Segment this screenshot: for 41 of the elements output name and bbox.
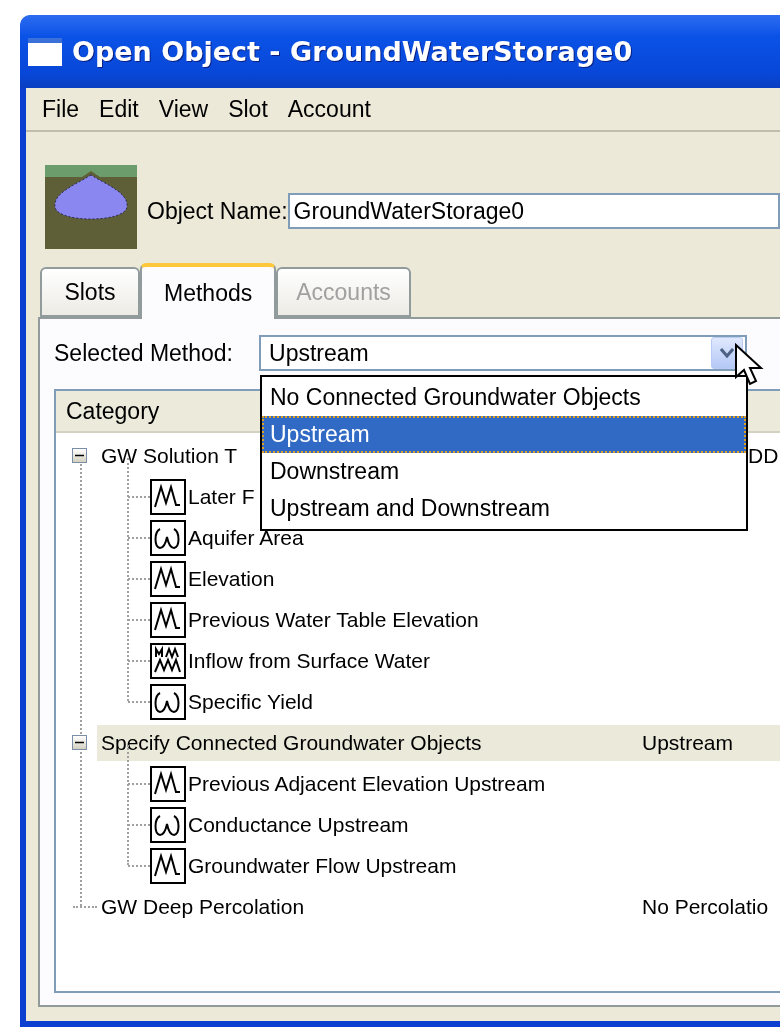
collapse-toggle[interactable] bbox=[72, 735, 87, 750]
tree-item[interactable]: Previous Water Table Elevation bbox=[186, 605, 483, 634]
menu-item[interactable]: Account bbox=[277, 95, 381, 123]
tree-item[interactable]: Specify Connected Groundwater Objects bbox=[97, 728, 486, 757]
slot-icon bbox=[150, 847, 186, 884]
method-dropdown[interactable]: Upstream bbox=[259, 335, 747, 371]
tree-item[interactable]: Later F bbox=[186, 482, 259, 511]
window-icon bbox=[28, 37, 62, 66]
menu-item[interactable]: Edit bbox=[89, 95, 149, 123]
tree-item[interactable]: GW Solution T bbox=[97, 441, 242, 470]
object-name-label: Object Name: bbox=[147, 197, 288, 225]
tree-item[interactable]: Specific Yield bbox=[186, 687, 317, 716]
slot-icon bbox=[150, 560, 186, 597]
slot-icon bbox=[150, 478, 186, 515]
column-header-label: Category bbox=[65, 397, 160, 425]
object-name-field[interactable]: GroundWaterStorage0 bbox=[287, 193, 780, 229]
slot-icon bbox=[150, 519, 186, 556]
tab[interactable]: Slots bbox=[40, 267, 140, 317]
tree-item[interactable]: Inflow from Surface Water bbox=[186, 646, 434, 675]
slot-icon bbox=[150, 642, 186, 679]
slot-icon bbox=[150, 765, 186, 802]
tab[interactable]: Methods bbox=[140, 263, 277, 319]
tree-item[interactable]: Conductance Upstream bbox=[186, 810, 413, 839]
method-value: Upstream bbox=[642, 730, 734, 755]
method-value: DD bbox=[748, 443, 779, 468]
tree-item[interactable]: Previous Adjacent Elevation Upstream bbox=[186, 769, 550, 798]
tree-item[interactable]: Groundwater Flow Upstream bbox=[186, 851, 461, 880]
window-title: Open Object - GroundWaterStorage0 bbox=[72, 36, 633, 67]
selected-method-label: Selected Method: bbox=[54, 339, 233, 367]
dropdown-option[interactable]: Upstream bbox=[262, 416, 746, 453]
menu-item[interactable]: File bbox=[32, 95, 90, 123]
tree-item[interactable]: GW Deep Percolation bbox=[97, 892, 309, 921]
menu-item[interactable]: View bbox=[148, 95, 219, 123]
collapse-toggle[interactable] bbox=[72, 448, 87, 463]
slot-icon bbox=[150, 601, 186, 638]
tree-item[interactable]: Elevation bbox=[186, 564, 279, 593]
slot-icon bbox=[150, 806, 186, 843]
menu-item[interactable]: Slot bbox=[218, 95, 278, 123]
slot-icon bbox=[150, 683, 186, 720]
method-value: No Percolatio bbox=[642, 894, 769, 919]
chevron-down-icon bbox=[720, 348, 734, 358]
